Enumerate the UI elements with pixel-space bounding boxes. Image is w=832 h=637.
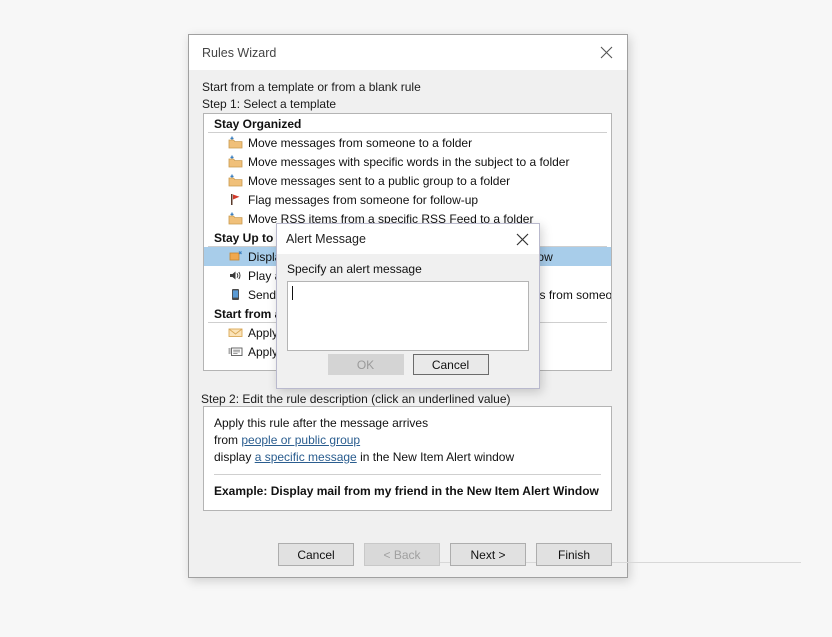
description-line-2-prefix: from <box>214 433 242 447</box>
description-line-3-prefix: display <box>214 450 255 464</box>
description-divider <box>214 474 601 475</box>
ok-button: OK <box>327 354 404 375</box>
step2-label: Step 2: Edit the rule description (click… <box>201 392 511 406</box>
modal-cancel-button[interactable]: Cancel <box>412 354 489 375</box>
mobile-device-icon <box>224 288 246 301</box>
description-line-3-suffix: in the New Item Alert window <box>356 450 515 464</box>
close-icon[interactable] <box>505 225 539 254</box>
description-line-1: Apply this rule after the message arrive… <box>214 416 429 430</box>
alert-message-modal: Alert Message Specify an alert message O… <box>276 223 540 389</box>
template-item-label: Move messages with specific words in the… <box>248 154 570 169</box>
flag-icon <box>224 193 246 206</box>
move-to-folder-icon <box>224 174 246 187</box>
intro-lead: Start from a template or from a blank ru… <box>202 80 421 94</box>
modal-buttons: OK Cancel <box>277 354 539 375</box>
modal-body: Specify an alert message <box>277 254 539 351</box>
template-item-label: Move messages from someone to a folder <box>248 135 473 150</box>
dialog-title: Rules Wizard <box>202 45 277 60</box>
sent-message-icon <box>224 345 246 358</box>
specific-message-link[interactable]: a specific message <box>255 450 357 464</box>
finish-button[interactable]: Finish <box>536 543 612 566</box>
dialog-titlebar: Rules Wizard <box>189 35 627 70</box>
group-header-stay-organized: Stay Organized <box>208 114 607 133</box>
move-to-folder-icon <box>224 212 246 225</box>
alert-window-icon <box>224 250 246 263</box>
modal-title: Alert Message <box>286 232 366 246</box>
template-item[interactable]: Move messages from someone to a folder <box>204 133 611 152</box>
alert-message-label: Specify an alert message <box>287 262 422 276</box>
cancel-button[interactable]: Cancel <box>278 543 354 566</box>
template-item[interactable]: Move messages with specific words in the… <box>204 152 611 171</box>
example-text: Example: Display mail from my friend in … <box>214 484 599 498</box>
template-item-label: Move messages sent to a public group to … <box>248 173 511 188</box>
template-item[interactable]: Flag messages from someone for follow-up <box>204 190 611 209</box>
dialog-footer: Cancel < Back Next > Finish <box>203 543 612 566</box>
rule-description-box[interactable]: Apply this rule after the message arrive… <box>203 406 612 511</box>
move-to-folder-icon <box>224 136 246 149</box>
move-to-folder-icon <box>224 155 246 168</box>
people-or-public-group-link[interactable]: people or public group <box>241 433 360 447</box>
dialog-body: Start from a template or from a blank ru… <box>189 80 627 111</box>
template-item[interactable]: Move messages sent to a public group to … <box>204 171 611 190</box>
modal-titlebar: Alert Message <box>277 224 539 254</box>
description-line-2: from people or public group <box>214 432 601 449</box>
speaker-icon <box>224 269 246 282</box>
step1-label: Step 1: Select a template <box>202 97 337 111</box>
description-line-3: display a specific message in the New It… <box>214 449 601 466</box>
screen: Rules Wizard Start from a template or fr… <box>0 0 832 637</box>
close-icon[interactable] <box>585 36 627 70</box>
alert-message-input[interactable] <box>287 281 529 351</box>
back-button: < Back <box>364 543 440 566</box>
next-button[interactable]: Next > <box>450 543 526 566</box>
template-item-label: Flag messages from someone for follow-up <box>248 192 479 207</box>
envelope-icon <box>224 326 246 339</box>
text-caret <box>292 286 293 300</box>
